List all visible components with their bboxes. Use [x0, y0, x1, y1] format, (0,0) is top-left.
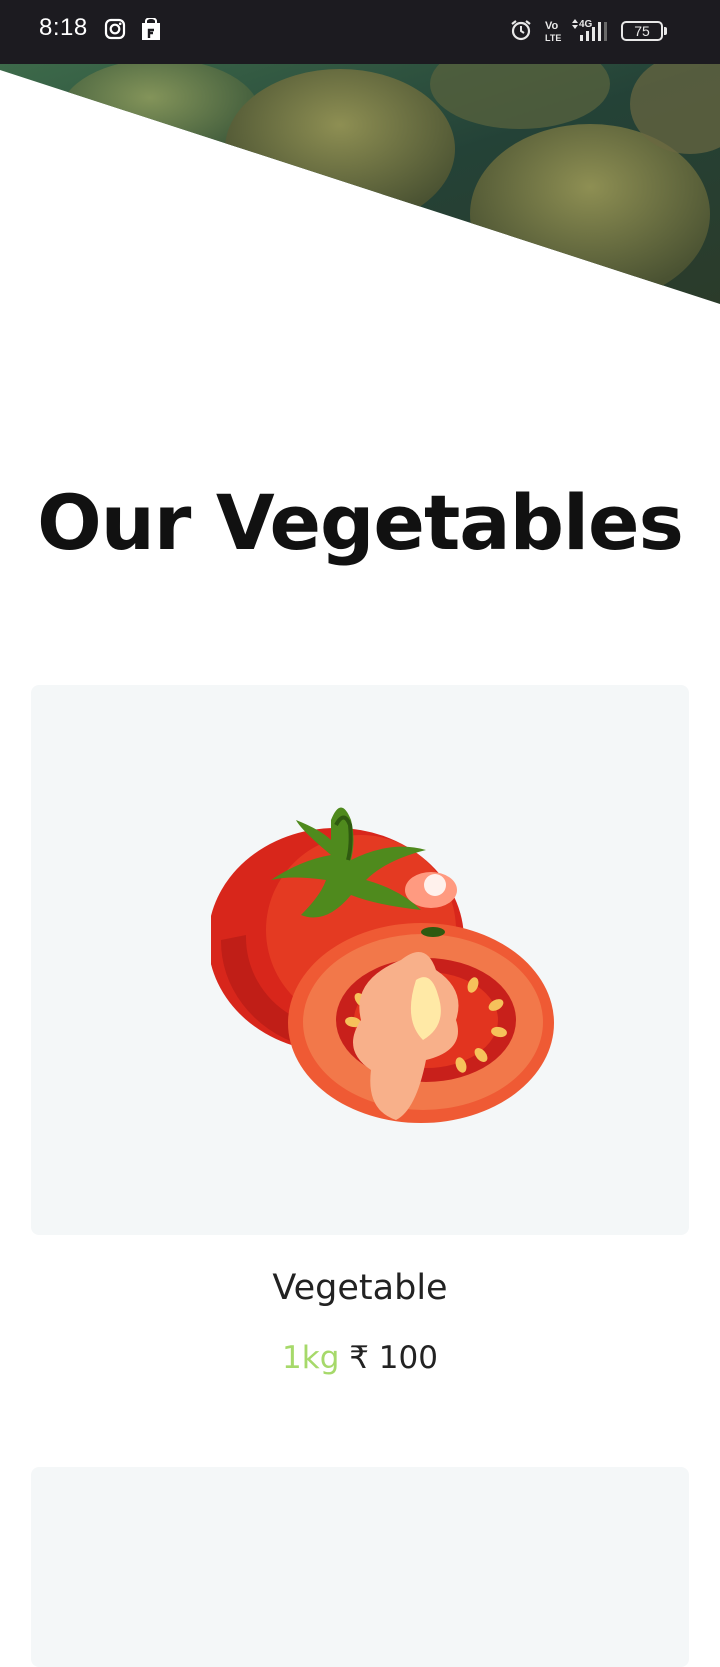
alarm-icon — [511, 20, 531, 41]
product-price-value: ₹ 100 — [349, 1340, 438, 1376]
svg-text:Vo: Vo — [545, 20, 559, 32]
hero-banner — [0, 64, 720, 304]
volte-icon: Vo LTE — [545, 20, 561, 43]
svg-text:4G: 4G — [579, 19, 593, 30]
signal-icon: 4G — [572, 19, 607, 41]
product-price: 1kg ₹ 100 — [0, 1340, 720, 1376]
product-name: Vegetable — [272, 1268, 448, 1308]
battery-tip — [664, 27, 667, 35]
instagram-icon — [104, 18, 126, 40]
svg-text:LTE: LTE — [545, 33, 561, 43]
product-unit: 1kg — [282, 1340, 340, 1376]
product-card-next[interactable] — [31, 1467, 689, 1667]
status-time: 8:18 — [39, 14, 88, 41]
battery-icon: 75 — [621, 21, 663, 41]
product-card[interactable] — [31, 685, 689, 1235]
status-bar: 8:18 Vo LTE 4G 75 — [0, 0, 720, 64]
tomato-image — [211, 807, 554, 1123]
page-title: Our Vegetables — [37, 478, 684, 567]
shop-icon — [142, 18, 160, 40]
